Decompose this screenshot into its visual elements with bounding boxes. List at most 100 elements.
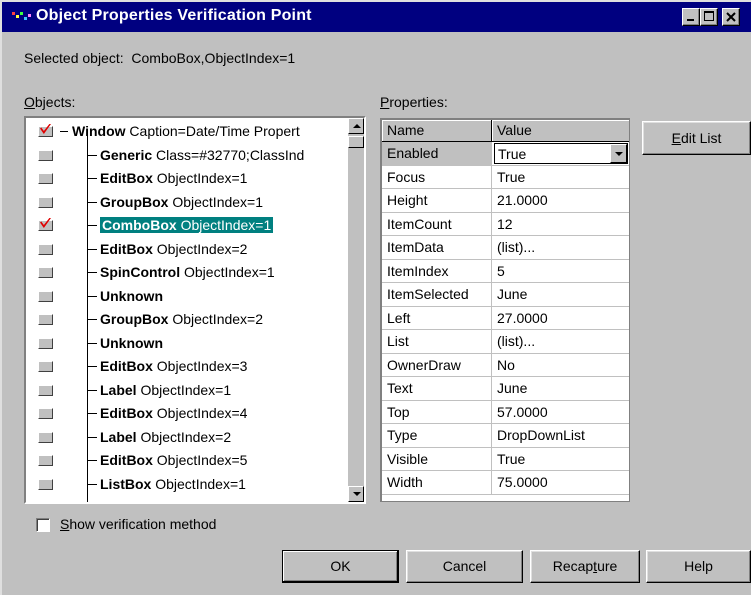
property-value[interactable]: June bbox=[492, 283, 629, 306]
tree-item-checkbox[interactable] bbox=[38, 149, 53, 161]
property-row[interactable]: ItemData (list)... bbox=[382, 236, 629, 260]
tree-item-checkbox[interactable] bbox=[38, 290, 53, 302]
tree-connector bbox=[87, 248, 97, 250]
property-value[interactable]: DropDownList bbox=[492, 424, 629, 447]
property-row[interactable]: List (list)... bbox=[382, 330, 629, 354]
property-row[interactable]: Enabled True bbox=[382, 142, 629, 166]
scroll-up-button[interactable] bbox=[348, 118, 364, 134]
tree-item-label[interactable]: EditBox ObjectIndex=2 bbox=[100, 241, 247, 257]
property-value[interactable]: True bbox=[492, 448, 629, 471]
help-button[interactable]: Help bbox=[646, 550, 751, 583]
tree-item-checkbox[interactable] bbox=[38, 431, 53, 443]
property-value[interactable]: No bbox=[492, 354, 629, 377]
tree-item-label[interactable]: Unknown bbox=[100, 288, 163, 304]
property-value-dropdown[interactable]: True bbox=[494, 143, 628, 164]
tree-item-checkbox[interactable] bbox=[38, 126, 53, 137]
property-value[interactable]: True bbox=[492, 166, 629, 189]
property-row[interactable]: ItemSelected June bbox=[382, 283, 629, 307]
property-row[interactable]: ItemCount 12 bbox=[382, 212, 629, 236]
properties-grid[interactable]: Name Value Enabled True Focus True Height 21.… bbox=[380, 118, 630, 502]
edit-list-button[interactable]: Edit List bbox=[642, 121, 751, 155]
tree-connector bbox=[87, 342, 97, 344]
tree-item[interactable]: GroupBox ObjectIndex=2 bbox=[26, 308, 346, 331]
objects-tree[interactable]: Window Caption=Date/Time Propert Generic … bbox=[24, 116, 366, 504]
tree-item-label[interactable]: ListBox ObjectIndex=1 bbox=[100, 476, 246, 492]
tree-item[interactable]: Unknown bbox=[26, 332, 346, 355]
show-verification-checkbox[interactable] bbox=[36, 518, 50, 532]
property-row[interactable]: ItemIndex 5 bbox=[382, 259, 629, 283]
maximize-button[interactable] bbox=[700, 8, 718, 26]
minimize-button[interactable] bbox=[682, 8, 700, 26]
property-value[interactable]: 5 bbox=[492, 260, 629, 283]
property-value[interactable]: 57.0000 bbox=[492, 401, 629, 424]
tree-item-label[interactable]: EditBox ObjectIndex=1 bbox=[100, 170, 247, 186]
tree-item[interactable]: Window Caption=Date/Time Propert bbox=[26, 120, 346, 143]
property-row[interactable]: OwnerDraw No bbox=[382, 353, 629, 377]
tree-item[interactable]: ListBox ObjectIndex=1 bbox=[26, 473, 346, 496]
property-row[interactable]: Left 27.0000 bbox=[382, 306, 629, 330]
property-value[interactable]: (list)... bbox=[492, 236, 629, 259]
tree-item[interactable]: EditBox ObjectIndex=3 bbox=[26, 355, 346, 378]
tree-item-checkbox[interactable] bbox=[38, 361, 53, 372]
column-header-name[interactable]: Name bbox=[382, 120, 492, 142]
property-row[interactable]: Top 57.0000 bbox=[382, 400, 629, 424]
tree-item-checkbox[interactable] bbox=[38, 173, 53, 184]
objects-scrollbar[interactable] bbox=[348, 118, 364, 502]
tree-item[interactable]: EditBox ObjectIndex=2 bbox=[26, 238, 346, 261]
tree-item[interactable]: Generic Class=#32770;ClassInd bbox=[26, 144, 346, 167]
recapture-button[interactable]: Recapture bbox=[530, 550, 640, 583]
tree-item-checkbox[interactable] bbox=[38, 196, 53, 208]
property-row[interactable]: Height 21.0000 bbox=[382, 189, 629, 213]
property-row[interactable]: Text June bbox=[382, 377, 629, 401]
property-row[interactable]: Visible True bbox=[382, 447, 629, 471]
tree-item-checkbox[interactable] bbox=[38, 455, 53, 466]
tree-item-label[interactable]: GroupBox ObjectIndex=2 bbox=[100, 311, 263, 327]
column-header-value[interactable]: Value bbox=[492, 120, 629, 142]
tree-item[interactable]: EditBox ObjectIndex=5 bbox=[26, 449, 346, 472]
tree-item-label[interactable]: ComboBox ObjectIndex=1 bbox=[100, 217, 274, 233]
tree-item[interactable]: SpinControl ObjectIndex=1 bbox=[26, 261, 346, 284]
tree-item-label[interactable]: Generic Class=#32770;ClassInd bbox=[100, 147, 304, 163]
tree-item-checkbox[interactable] bbox=[38, 220, 53, 231]
tree-item-label[interactable]: EditBox ObjectIndex=4 bbox=[100, 405, 247, 421]
close-button[interactable] bbox=[722, 8, 740, 26]
cancel-button[interactable]: Cancel bbox=[406, 550, 523, 583]
tree-item-checkbox[interactable] bbox=[38, 337, 53, 349]
property-value[interactable]: 12 bbox=[492, 213, 629, 236]
tree-item-label[interactable]: Window Caption=Date/Time Propert bbox=[72, 123, 300, 139]
tree-item-label[interactable]: EditBox ObjectIndex=5 bbox=[100, 452, 247, 468]
tree-item-label[interactable]: Label ObjectIndex=2 bbox=[100, 429, 231, 445]
show-verification-label[interactable]: Show verification method bbox=[60, 516, 216, 532]
tree-item[interactable]: Label ObjectIndex=2 bbox=[26, 426, 346, 449]
property-row[interactable]: Focus True bbox=[382, 165, 629, 189]
property-value[interactable]: 75.0000 bbox=[492, 471, 629, 494]
tree-item-label[interactable]: GroupBox ObjectIndex=1 bbox=[100, 194, 263, 210]
tree-item[interactable]: EditBox ObjectIndex=4 bbox=[26, 402, 346, 425]
tree-item-label[interactable]: SpinControl ObjectIndex=1 bbox=[100, 264, 275, 280]
tree-item-checkbox[interactable] bbox=[38, 267, 53, 278]
property-row[interactable]: Width 75.0000 bbox=[382, 471, 629, 495]
tree-item-checkbox[interactable] bbox=[38, 384, 53, 396]
dropdown-button[interactable] bbox=[610, 144, 627, 163]
property-value[interactable]: 21.0000 bbox=[492, 189, 629, 212]
scroll-down-button[interactable] bbox=[348, 486, 364, 502]
title-bar[interactable]: Object Properties Verification Point bbox=[2, 2, 751, 32]
ok-button[interactable]: OK bbox=[282, 550, 399, 583]
tree-item-label[interactable]: EditBox ObjectIndex=3 bbox=[100, 358, 247, 374]
tree-item[interactable]: EditBox ObjectIndex=1 bbox=[26, 167, 346, 190]
tree-item-label[interactable]: Unknown bbox=[100, 335, 163, 351]
tree-item-label[interactable]: Label ObjectIndex=1 bbox=[100, 382, 231, 398]
tree-item[interactable]: ComboBox ObjectIndex=1 bbox=[26, 214, 346, 237]
tree-item-checkbox[interactable] bbox=[38, 243, 53, 255]
property-value[interactable]: (list)... bbox=[492, 330, 629, 353]
property-value[interactable]: 27.0000 bbox=[492, 307, 629, 330]
tree-item[interactable]: Label ObjectIndex=1 bbox=[26, 379, 346, 402]
tree-item[interactable]: Unknown bbox=[26, 285, 346, 308]
tree-item-checkbox[interactable] bbox=[38, 314, 53, 325]
scroll-thumb[interactable] bbox=[348, 136, 364, 148]
tree-item-checkbox[interactable] bbox=[38, 408, 53, 419]
property-value[interactable]: June bbox=[492, 377, 629, 400]
tree-item[interactable]: GroupBox ObjectIndex=1 bbox=[26, 191, 346, 214]
tree-item-checkbox[interactable] bbox=[38, 478, 53, 490]
property-row[interactable]: Type DropDownList bbox=[382, 424, 629, 448]
